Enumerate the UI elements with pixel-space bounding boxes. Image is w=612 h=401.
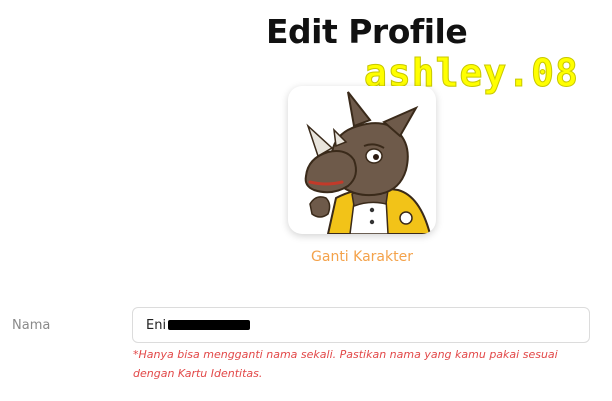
name-change-hint: *Hanya bisa mengganti nama sekali. Pasti… [133,348,558,380]
name-label: Nama [12,318,51,333]
change-character-link[interactable]: Ganti Karakter [288,247,436,267]
redaction-bar [168,320,250,330]
avatar-card[interactable] [288,86,436,234]
name-value: Eni [146,318,167,333]
page-title: Edit Profile [266,12,468,51]
rhino-character-icon [304,91,432,234]
name-input[interactable]: Eni [132,307,590,343]
